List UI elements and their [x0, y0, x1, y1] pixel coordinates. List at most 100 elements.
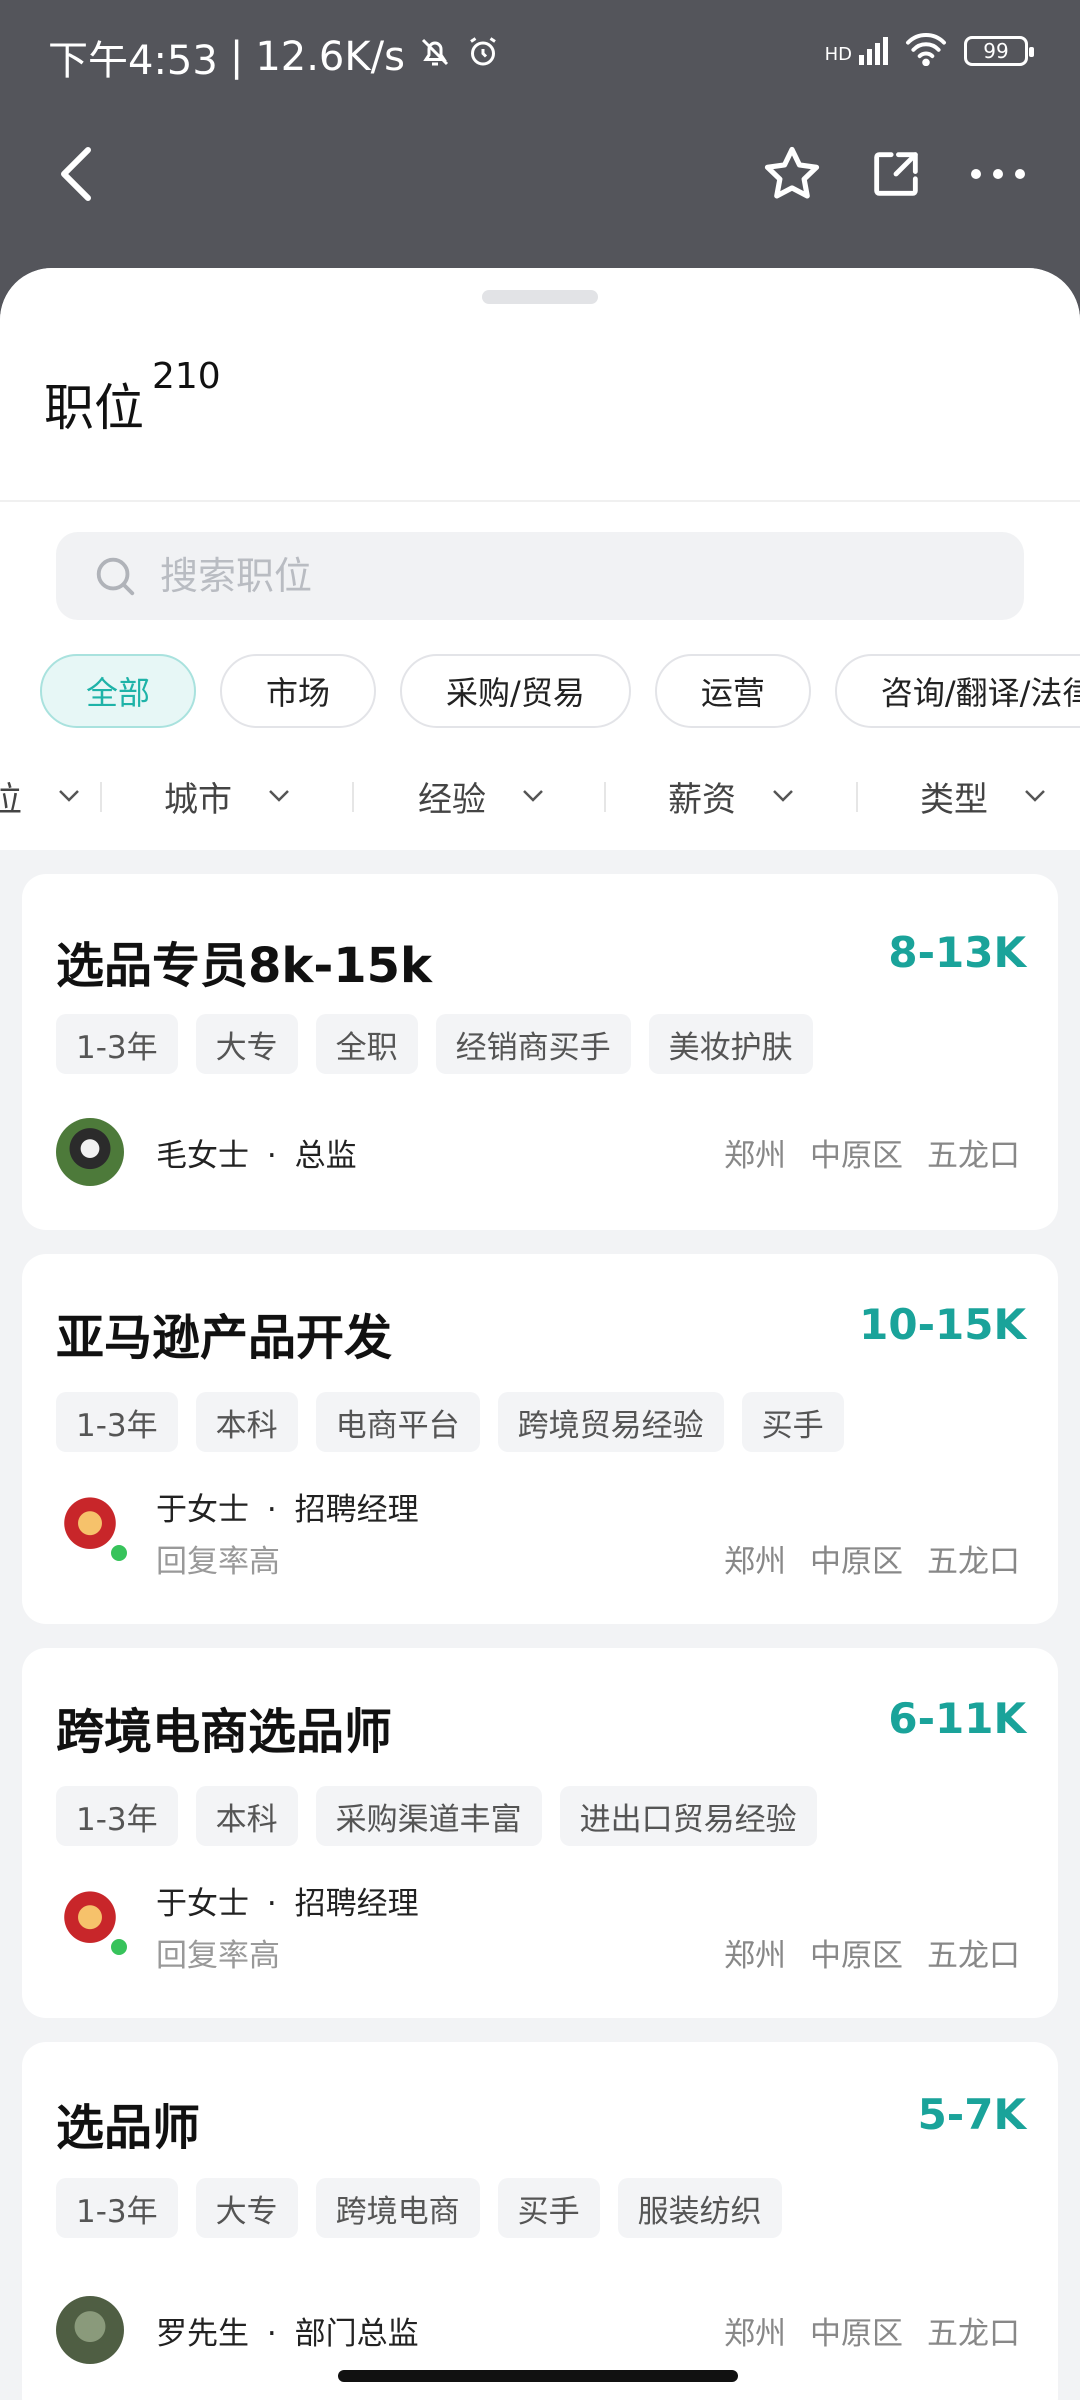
chip-label: 全部	[86, 674, 151, 712]
chip-consulting[interactable]: 咨询/翻译/法律	[834, 654, 1080, 728]
filter-divider	[352, 782, 354, 812]
back-icon	[61, 147, 91, 201]
share-button[interactable]	[856, 134, 936, 214]
separator: ·	[266, 1492, 277, 1528]
search-input[interactable]	[160, 554, 960, 598]
location-district: 中原区	[810, 1938, 903, 1974]
wifi-icon	[904, 30, 948, 72]
filter-salary[interactable]: 薪资	[668, 766, 794, 826]
filter-label: 职位	[0, 779, 22, 820]
search-icon	[96, 557, 135, 596]
more-button[interactable]	[958, 134, 1038, 214]
job-tag: 美妆护肤	[648, 1014, 813, 1074]
back-button[interactable]	[36, 134, 116, 214]
filter-label: 城市	[164, 779, 232, 820]
share-icon	[874, 152, 918, 196]
recruiter-name: 于女士	[156, 1886, 249, 1922]
chevron-down-icon	[523, 790, 543, 802]
job-card[interactable]: 跨境电商选品师 6-11K 1-3年 本科 采购渠道丰富 进出口贸易经验 于女士…	[22, 1648, 1058, 2018]
chip-purchasing[interactable]: 采购/贸易	[400, 654, 631, 728]
chip-all[interactable]: 全部	[40, 654, 197, 728]
filter-label: 类型	[920, 779, 988, 820]
avatar[interactable]	[56, 1496, 130, 1564]
avatar[interactable]	[56, 2296, 124, 2364]
recruiter-role: 招聘经理	[294, 1886, 419, 1922]
category-chips: 全部 市场 采购/贸易 运营 咨询/翻译/法律	[40, 654, 1080, 728]
location-area: 五龙口	[927, 1938, 1020, 1974]
separator: ·	[266, 1886, 277, 1922]
chevron-down-icon	[269, 790, 289, 802]
chevron-down-icon	[773, 790, 793, 802]
divider	[0, 500, 1080, 502]
reply-rate-badge: 回复率高	[156, 1544, 280, 1580]
job-tags: 1-3年 本科 电商平台 跨境贸易经验 买手	[56, 1392, 844, 1452]
job-tag: 跨境贸易经验	[497, 1392, 724, 1452]
recruiter-name: 毛女士	[156, 1138, 249, 1174]
search-bar[interactable]	[56, 532, 1024, 620]
job-tag: 进出口贸易经验	[559, 1786, 817, 1846]
location-city: 郑州	[724, 1544, 786, 1580]
location-district: 中原区	[810, 1138, 903, 1174]
job-tag: 买手	[741, 1392, 844, 1452]
filter-city[interactable]: 城市	[164, 766, 290, 826]
job-location: 郑州 中原区 五龙口	[724, 2308, 1020, 2353]
status-time: 下午4:53	[48, 38, 218, 84]
chevron-down-icon	[59, 790, 79, 802]
status-right: HD 99	[825, 30, 1034, 72]
reply-rate-badge: 回复率高	[156, 1938, 280, 1974]
job-title: 亚马逊产品开发	[56, 1310, 393, 1366]
recruiter-role: 部门总监	[294, 2316, 419, 2352]
status-divider: |	[229, 34, 244, 80]
job-salary: 8-13K	[888, 928, 1026, 977]
drag-handle[interactable]	[482, 290, 598, 304]
recruiter-info: 毛女士 · 总监	[156, 1130, 357, 1175]
recruiter-role: 招聘经理	[294, 1492, 419, 1528]
recruiter-name: 于女士	[156, 1492, 249, 1528]
recruiter-name: 罗先生	[156, 2316, 249, 2352]
chip-operations[interactable]: 运营	[654, 654, 811, 728]
filter-position[interactable]: 职位	[0, 766, 80, 826]
job-card[interactable]: 选品师 5-7K 1-3年 大专 跨境电商 买手 服装纺织 罗先生 · 部门总监…	[22, 2042, 1058, 2400]
location-city: 郑州	[724, 1938, 786, 1974]
status-bar: 下午4:53 | 12.6K/s HD 99	[0, 0, 1080, 110]
more-icon	[971, 169, 1025, 179]
favorite-button[interactable]	[752, 134, 832, 214]
job-card[interactable]: 选品专员8k-15k 8-13K 1-3年 大专 全职 经销商买手 美妆护肤 毛…	[22, 874, 1058, 1230]
job-tag: 本科	[195, 1786, 298, 1846]
job-tags: 1-3年 大专 跨境电商 买手 服装纺织	[56, 2178, 782, 2238]
signal-icon: HD	[825, 37, 888, 65]
filter-experience[interactable]: 经验	[418, 766, 544, 826]
filter-bar: 职位 城市 经验 薪资 类型	[0, 766, 1080, 826]
location-district: 中原区	[810, 2316, 903, 2352]
job-tag: 本科	[195, 1392, 298, 1452]
job-salary: 10-15K	[859, 1300, 1026, 1349]
filter-type[interactable]: 类型	[920, 766, 1046, 826]
job-tag: 大专	[195, 1014, 298, 1074]
job-tag: 全职	[315, 1014, 418, 1074]
top-nav	[0, 118, 1080, 228]
location-area: 五龙口	[927, 1138, 1020, 1174]
job-tags: 1-3年 大专 全职 经销商买手 美妆护肤	[56, 1014, 813, 1074]
filter-label: 薪资	[668, 779, 736, 820]
online-indicator	[108, 1936, 130, 1958]
chip-label: 咨询/翻译/法律	[880, 674, 1080, 712]
job-title: 跨境电商选品师	[56, 1704, 393, 1760]
job-tag: 1-3年	[56, 1392, 178, 1452]
separator: ·	[266, 1138, 277, 1174]
recruiter-info: 罗先生 · 部门总监	[156, 2308, 419, 2353]
job-list-sheet: 职位 210 全部 市场 采购/贸易 运营 咨询/翻译/法律 职位 城市	[0, 268, 1080, 2400]
avatar[interactable]	[56, 1118, 124, 1186]
job-location: 郑州 中原区 五龙口	[724, 1130, 1020, 1175]
chip-market[interactable]: 市场	[220, 654, 377, 728]
recruiter-info: 于女士 · 招聘经理	[156, 1484, 419, 1529]
job-tag: 跨境电商	[315, 2178, 480, 2238]
online-indicator	[108, 1542, 130, 1564]
job-card[interactable]: 亚马逊产品开发 10-15K 1-3年 本科 电商平台 跨境贸易经验 买手 于女…	[22, 1254, 1058, 1624]
avatar[interactable]	[56, 1890, 130, 1958]
filter-label: 经验	[418, 779, 486, 820]
chip-label: 采购/贸易	[446, 674, 585, 712]
job-tag: 电商平台	[315, 1392, 480, 1452]
job-title: 选品专员8k-15k	[56, 938, 432, 994]
status-speed: 12.6K/s	[255, 34, 405, 80]
home-indicator[interactable]	[338, 2370, 738, 2382]
